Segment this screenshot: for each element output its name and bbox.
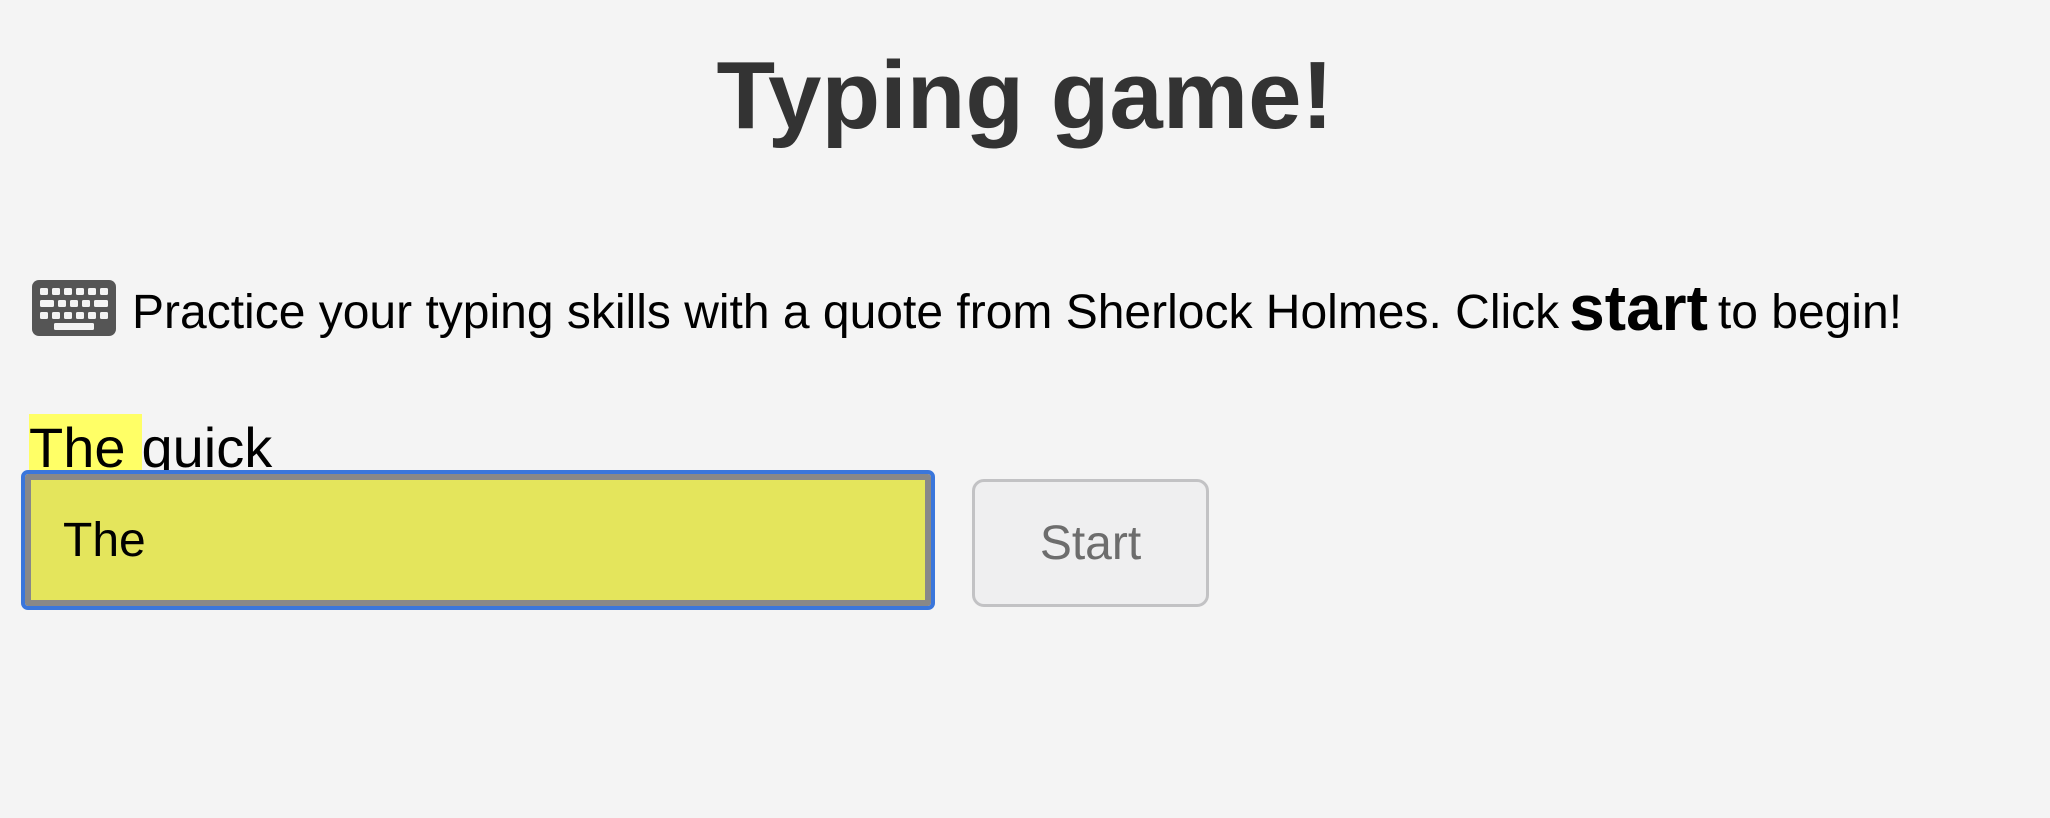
instructions-text-before: Practice your typing skills with a quote… [132, 285, 1560, 339]
instructions-start-keyword: start [1569, 272, 1708, 344]
quote-display: The quick [29, 414, 272, 482]
quote-word: quick [141, 416, 273, 479]
instructions: Practice your typing skills with a quote… [32, 272, 1902, 352]
page-title: Typing game! [716, 42, 1334, 149]
instructions-text-after: to begin! [1717, 285, 1903, 339]
quote-word-current: The [29, 414, 142, 482]
start-button[interactable]: Start [972, 479, 1209, 607]
typing-input[interactable] [21, 470, 935, 610]
keyboard-icon [32, 280, 116, 336]
